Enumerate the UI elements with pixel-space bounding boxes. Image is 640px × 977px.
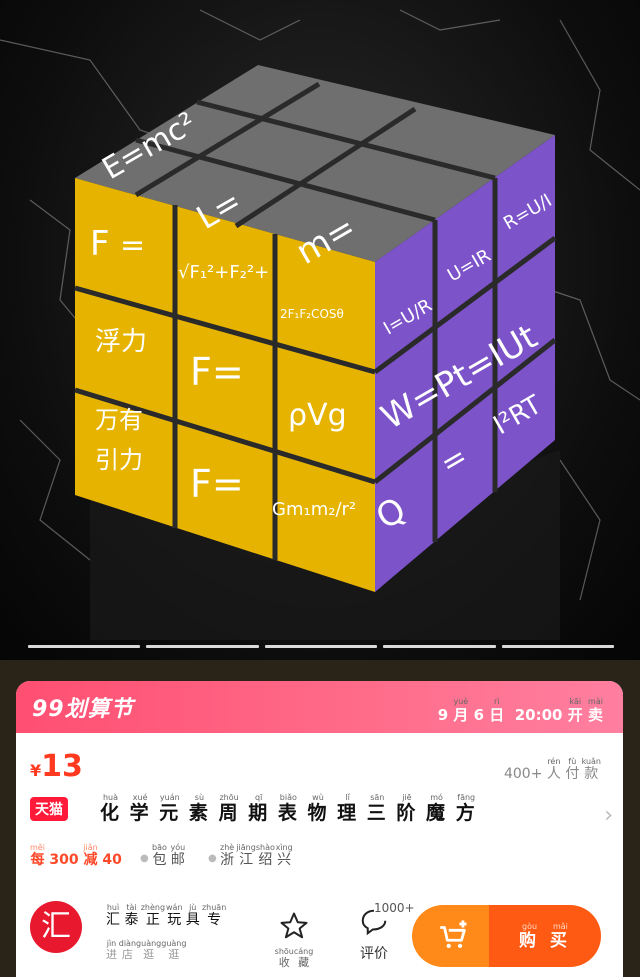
reviews-button[interactable]: 1000+ 评价	[344, 901, 415, 963]
svg-text:=: =	[120, 228, 145, 263]
product-title: 化huà 学xué 元yuán 素sù 周zhōu 期qī 表biǎo 物wù …	[100, 793, 477, 825]
promo-time-value: 20:00	[514, 706, 563, 724]
ruby-char: 魔mó	[426, 793, 448, 824]
separator-dot: ●	[140, 853, 149, 864]
svg-text:Gm₁m₂/r²: Gm₁m₂/r²	[272, 499, 356, 520]
rubiks-cube-image: E=mc² L= m= F = √F₁²+F₂²+ 2F₁F₂COSθ 浮力 F…	[0, 9, 640, 640]
ruby-char: 包bāo	[152, 843, 167, 868]
chevron-right-icon[interactable]: ›	[604, 803, 613, 828]
ruby-char: 素sù	[188, 793, 210, 824]
store-logo[interactable]: 汇	[30, 901, 82, 953]
promo-day-char: 日	[489, 706, 505, 724]
sold-count: 400+ 人rén 付fù 款kuǎn	[503, 757, 601, 782]
separator-dot: ●	[208, 853, 217, 864]
origin-tag: 浙zhè 江jiāng 绍shào 兴xìng	[220, 843, 293, 869]
ruby-char: 具jù	[185, 903, 200, 928]
product-title-row[interactable]: 天猫 化huà 学xué 元yuán 素sù 周zhōu 期qī 表biǎo 物…	[16, 793, 623, 841]
ruby-char: 物wù	[307, 793, 329, 824]
ruby-char: 阶jiē	[396, 793, 418, 824]
reviews-label: 评价	[360, 946, 388, 962]
price: ¥13	[30, 749, 83, 784]
free-shipping-tag: 包bāo 邮yóu	[152, 843, 185, 869]
ruby-char: 期qī	[248, 793, 270, 824]
product-image-carousel[interactable]: E=mc² L= m= F = √F₁²+F₂²+ 2F₁F₂COSθ 浮力 F…	[0, 0, 640, 660]
reviews-count: 1000+	[374, 901, 415, 915]
ruby-char: 表biǎo	[277, 793, 299, 824]
tmall-badge: 天猫	[30, 797, 68, 821]
svg-text:浮力: 浮力	[95, 327, 147, 357]
price-row: ¥13 400+ 人rén 付fù 款kuǎn	[16, 733, 623, 793]
svg-text:√F₁²+F₂²+: √F₁²+F₂²+	[178, 262, 269, 283]
ruby-char: 江jiāng	[236, 843, 256, 868]
star-icon	[280, 912, 308, 939]
pager-dot[interactable]	[501, 645, 615, 648]
ruby-char: 理lǐ	[337, 793, 359, 824]
ruby-char: 方fāng	[455, 793, 477, 824]
ruby-char: 300	[49, 852, 79, 868]
svg-text:F=: F=	[190, 462, 244, 506]
ruby-char: 逛guàng	[136, 939, 162, 961]
ruby-char: 减jiǎn	[83, 843, 98, 868]
ruby-char: 人rén	[546, 757, 561, 782]
ruby-char: 专zhuān	[201, 903, 227, 928]
ruby-char: 绍shào	[255, 843, 275, 868]
ruby-char: 学xué	[129, 793, 151, 824]
ruby-char: 周zhōu	[218, 793, 240, 824]
ruby-char: 卖mài	[587, 697, 603, 724]
tags-row: 每měi 300 减jiǎn 40 ● 包bāo 邮yóu ● 浙zhè 江ji…	[16, 841, 623, 885]
ruby-char: 藏cáng	[293, 947, 314, 969]
cart-plus-icon	[440, 920, 467, 949]
ruby-char: 购gòu	[519, 921, 541, 951]
buy-now-button[interactable]: 购gòu 买mǎi	[489, 905, 601, 967]
ruby-char: 每měi	[30, 843, 45, 868]
ruby-char: 三sān	[366, 793, 388, 824]
ruby-char: 玩wán	[166, 903, 183, 928]
promo-month-char: 月	[453, 706, 469, 724]
ruby-char: 店diàn	[118, 939, 137, 961]
promo-banner[interactable]: 99划算节 9 月yuè 6 日rì 20:00 开kāi 卖mài	[16, 681, 623, 733]
ruby-char: 汇huì	[106, 903, 120, 928]
add-to-cart-button[interactable]	[412, 905, 494, 967]
pager-dot[interactable]	[146, 645, 259, 648]
bottom-action-bar: 汇 汇huì 泰tài 正zhèng 玩wán 具jù 专zhuān 进jìn …	[16, 889, 623, 977]
svg-text:万有: 万有	[95, 406, 143, 434]
favorite-button[interactable]: 收shōu 藏cáng	[274, 911, 314, 970]
ruby-char: 泰tài	[124, 903, 139, 928]
store-name[interactable]: 汇huì 泰tài 正zhèng 玩wán 具jù 专zhuān	[106, 903, 226, 929]
svg-text:2F₁F₂COSθ: 2F₁F₂COSθ	[280, 307, 344, 321]
ruby-char: 正zhèng	[140, 903, 166, 928]
enter-store-link[interactable]: 进jìn 店diàn 逛guàng 逛guàng	[106, 939, 186, 962]
ruby-char: 逛guàng	[161, 939, 187, 961]
ruby-char: 浙zhè	[220, 843, 235, 868]
carousel-pager	[28, 645, 615, 648]
ruby-char: 40	[102, 852, 122, 868]
svg-text:F: F	[90, 224, 110, 264]
pager-dot[interactable]	[264, 645, 378, 648]
ruby-char: 款kuǎn	[581, 757, 601, 782]
ruby-char: 收shōu	[274, 947, 294, 969]
promo-logo: 99划算节	[32, 697, 134, 722]
product-card: 99划算节 9 月yuè 6 日rì 20:00 开kāi 卖mài ¥13 4…	[16, 681, 623, 977]
ruby-char: 兴xìng	[275, 843, 293, 868]
promo-day: 6	[473, 706, 485, 724]
ruby-char: 化huà	[100, 793, 122, 824]
discount-tag[interactable]: 每měi 300 减jiǎn 40	[30, 843, 122, 869]
promo-start-time: 9 月yuè 6 日rì 20:00 开kāi 卖mài	[437, 697, 603, 724]
svg-text:引力: 引力	[95, 446, 143, 474]
svg-text:F=: F=	[190, 350, 244, 394]
promo-month: 9	[437, 706, 449, 724]
ruby-char: 邮yóu	[170, 843, 186, 868]
ruby-char: 付fù	[565, 757, 580, 782]
ruby-char: 进jìn	[106, 939, 117, 961]
pager-dot[interactable]	[383, 645, 496, 648]
svg-text:ρVg: ρVg	[288, 398, 347, 433]
ruby-char: 买mǎi	[549, 921, 571, 951]
ruby-char: 元yuán	[159, 793, 181, 824]
promo-action: 开kāi 卖mài	[567, 697, 603, 724]
ruby-char: 开kāi	[567, 697, 583, 724]
pager-dot[interactable]	[28, 645, 141, 648]
